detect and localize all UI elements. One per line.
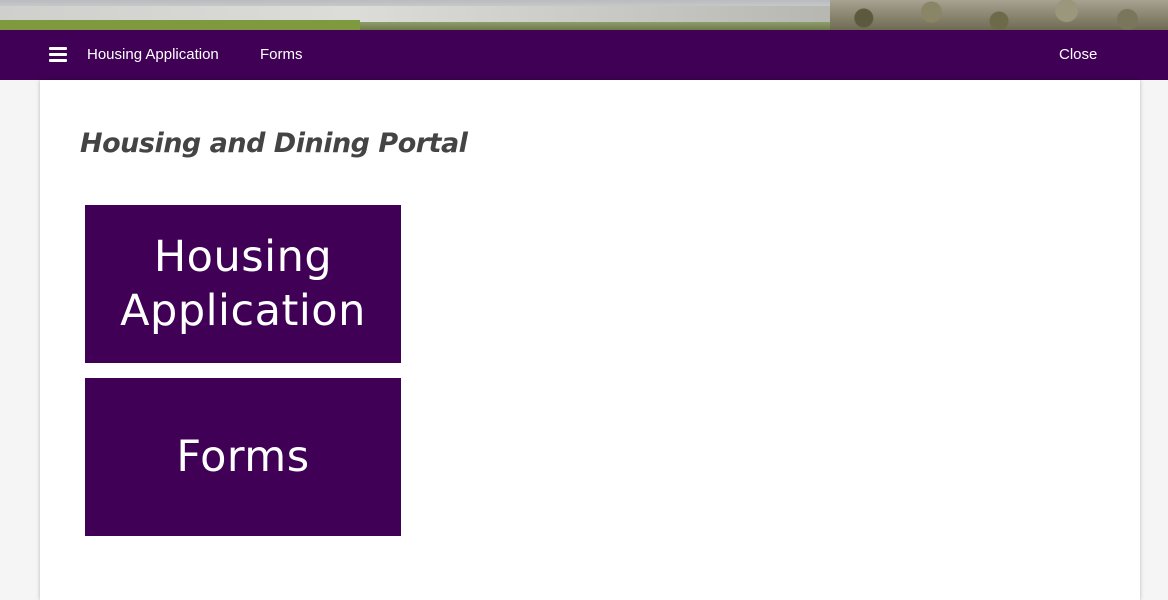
page-title: Housing and Dining Portal: [80, 128, 468, 159]
hamburger-bar: [49, 47, 67, 50]
nav-link-forms[interactable]: Forms: [260, 46, 303, 64]
nav-link-housing-application[interactable]: Housing Application: [87, 46, 219, 64]
hamburger-bar: [49, 53, 67, 56]
content-card: Housing and Dining Portal Housing Applic…: [40, 80, 1140, 600]
forms-tile[interactable]: Forms: [85, 378, 401, 536]
tile-label-line: Application: [120, 286, 366, 336]
hamburger-bar: [49, 59, 67, 62]
tile-label-line: Forms: [176, 432, 310, 482]
nav-close-link[interactable]: Close: [1059, 46, 1097, 64]
top-navbar: Housing Application Forms Close: [0, 30, 1168, 80]
banner-grass: [0, 20, 360, 30]
header-banner-image: [0, 0, 1168, 30]
tile-label-line: Housing: [153, 232, 333, 282]
hamburger-menu-icon[interactable]: [49, 47, 67, 62]
banner-shrubs: [830, 0, 1168, 30]
housing-application-tile[interactable]: Housing Application: [85, 205, 401, 363]
